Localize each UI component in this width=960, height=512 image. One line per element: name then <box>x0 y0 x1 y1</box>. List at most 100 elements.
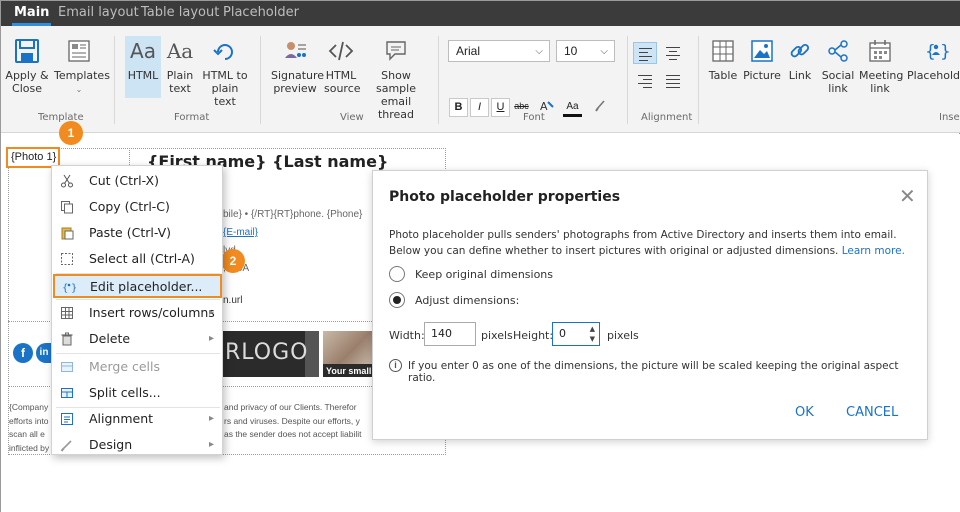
signature-preview-button[interactable]: Signature preview <box>271 38 324 95</box>
placeholder-icon: {} <box>62 283 76 294</box>
ribbon: Apply & Close Templates ⌄ Template Aa HT… <box>1 26 960 133</box>
plain-text-button[interactable]: Aa Plain text <box>165 38 195 95</box>
insert-picture-button[interactable]: Picture <box>743 38 781 82</box>
menu-item-edit-placeholder[interactable]: {} Edit placeholder... <box>53 274 222 298</box>
html-format-label: HTML <box>127 69 159 82</box>
cancel-button[interactable]: CANCEL <box>846 405 898 420</box>
menu-item-label: Edit placeholder... <box>90 279 203 294</box>
split-cells-icon <box>61 388 73 398</box>
learn-more-link[interactable]: Learn more. <box>842 245 905 257</box>
insert-picture-label: Picture <box>743 69 781 82</box>
justify-button[interactable] <box>661 70 685 92</box>
menu-item-alignment[interactable]: Alignment ▸ <box>52 406 222 432</box>
keep-original-radio[interactable] <box>389 266 405 282</box>
html-to-plain-label-2: plain text <box>211 82 239 108</box>
height-stepper[interactable]: 0 ▲ ▼ <box>552 322 600 346</box>
chevron-down-icon: ⌵ <box>600 46 608 57</box>
apply-close-label-2: Close <box>12 82 42 95</box>
group-label-insert: Insert <box>939 112 960 123</box>
templates-label: Templates <box>54 69 110 82</box>
signature-preview-label-2: preview <box>273 82 317 95</box>
disclaimer-line: inflicted by <box>9 442 50 453</box>
placeholder-icon: { } <box>925 42 949 62</box>
width-label: Width: <box>389 329 425 342</box>
italic-button[interactable]: I <box>470 98 489 117</box>
submenu-arrow-icon: ▸ <box>208 307 214 318</box>
menu-item-select-all[interactable]: Select all (Ctrl-A) <box>52 246 222 272</box>
tab-table-layout[interactable]: Table layout <box>141 1 219 26</box>
menu-item-label: Paste (Ctrl-V) <box>89 225 172 240</box>
menu-item-copy[interactable]: Copy (Ctrl-C) <box>52 194 222 220</box>
link-icon <box>790 43 810 58</box>
social-link-button[interactable]: Social link <box>819 38 857 95</box>
paste-icon <box>61 227 74 240</box>
linkedin-icon[interactable]: in <box>36 343 52 363</box>
menu-item-design[interactable]: Design ▸ <box>52 432 222 458</box>
align-left-button[interactable] <box>633 42 657 64</box>
disclaimer-line: efforts into <box>9 415 49 426</box>
insert-table-label: Table <box>708 69 738 82</box>
signature-preview-label-1: Signature <box>271 69 325 82</box>
html-to-plain-label-1: HTML to <box>202 69 248 82</box>
disclaimer-line: as the sender does not accept liabilit <box>224 429 362 439</box>
meeting-link-button[interactable]: Meeting link <box>859 38 903 95</box>
font-size-value: 10 <box>564 44 578 58</box>
disclaimer-line: rs and viruses. Despite our efforts, y <box>224 415 360 426</box>
submenu-arrow-icon: ▸ <box>208 439 214 450</box>
menu-item-paste[interactable]: Paste (Ctrl-V) <box>52 220 222 246</box>
menu-item-label: Split cells... <box>89 385 161 400</box>
width-input[interactable]: 140 <box>424 322 476 346</box>
menu-item-insert-rows-columns[interactable]: Insert rows/columns ▸ <box>52 300 222 326</box>
info-icon: i <box>389 359 402 372</box>
tab-email-layout[interactable]: Email layout <box>58 1 139 26</box>
menu-item-label: Cut (Ctrl-X) <box>89 173 159 188</box>
group-label-view: View <box>340 112 364 123</box>
merge-cells-icon <box>61 362 73 372</box>
apply-close-button[interactable]: Apply & Close <box>5 38 49 95</box>
bold-button[interactable]: B <box>449 98 468 117</box>
disclaimer-line: {Company <box>9 402 49 412</box>
html-format-button[interactable]: Aa HTML <box>125 36 161 98</box>
dialog-description-text: Photo placeholder pulls senders' photogr… <box>389 229 897 257</box>
font-family-select[interactable]: Arial ⌵ <box>448 40 550 62</box>
templates-button[interactable]: Templates ⌄ <box>54 38 110 96</box>
font-size-select[interactable]: 10 ⌵ <box>556 40 615 62</box>
menu-item-label: Insert rows/columns <box>89 305 215 320</box>
menu-item-split-cells[interactable]: Split cells... <box>52 380 222 406</box>
adjust-dimensions-radio[interactable] <box>389 292 405 308</box>
keep-original-label: Keep original dimensions <box>415 268 554 281</box>
group-separator <box>698 36 699 124</box>
menu-item-merge-cells: Merge cells <box>52 354 222 380</box>
stepper-arrows-icon[interactable]: ▲ ▼ <box>590 324 595 344</box>
disclaimer-line: and privacy of our Clients. Therefor <box>224 402 357 412</box>
svg-text:}: } <box>940 42 949 62</box>
trash-icon <box>61 332 73 346</box>
group-separator <box>114 36 115 124</box>
group-separator <box>627 36 628 124</box>
insert-link-button[interactable]: Link <box>785 38 815 82</box>
submenu-arrow-icon: ▸ <box>208 413 214 424</box>
menu-item-cut[interactable]: Cut (Ctrl-X) <box>52 168 222 194</box>
font-color-button[interactable]: Aa <box>563 98 582 117</box>
ok-button[interactable]: OK <box>795 405 814 420</box>
clear-format-button[interactable] <box>591 98 610 117</box>
tab-placeholder[interactable]: Placeholder <box>223 1 299 26</box>
plain-text-label-2: text <box>169 82 191 95</box>
tab-main[interactable]: Main <box>11 1 52 26</box>
font-family-value: Arial <box>456 44 481 58</box>
align-right-button[interactable] <box>633 70 657 92</box>
facebook-icon[interactable]: f <box>13 343 33 363</box>
dialog-title: Photo placeholder properties <box>389 189 621 205</box>
menu-item-delete[interactable]: Delete ▸ <box>52 326 222 352</box>
table-icon <box>712 40 734 62</box>
html-source-button[interactable]: HTML source <box>324 38 361 95</box>
align-center-button[interactable] <box>661 42 685 64</box>
html-to-plain-button[interactable]: HTML to plain text <box>200 38 250 108</box>
placeholder-button[interactable]: { } Placeholder <box>905 38 960 82</box>
underline-button[interactable]: U <box>491 98 510 117</box>
close-icon[interactable]: ✕ <box>899 184 916 208</box>
calendar-icon <box>869 40 891 62</box>
show-sample-thread-button[interactable]: Show sample email thread <box>363 38 429 121</box>
insert-table-button[interactable]: Table <box>707 38 739 82</box>
html-source-label-1: HTML <box>325 69 357 82</box>
